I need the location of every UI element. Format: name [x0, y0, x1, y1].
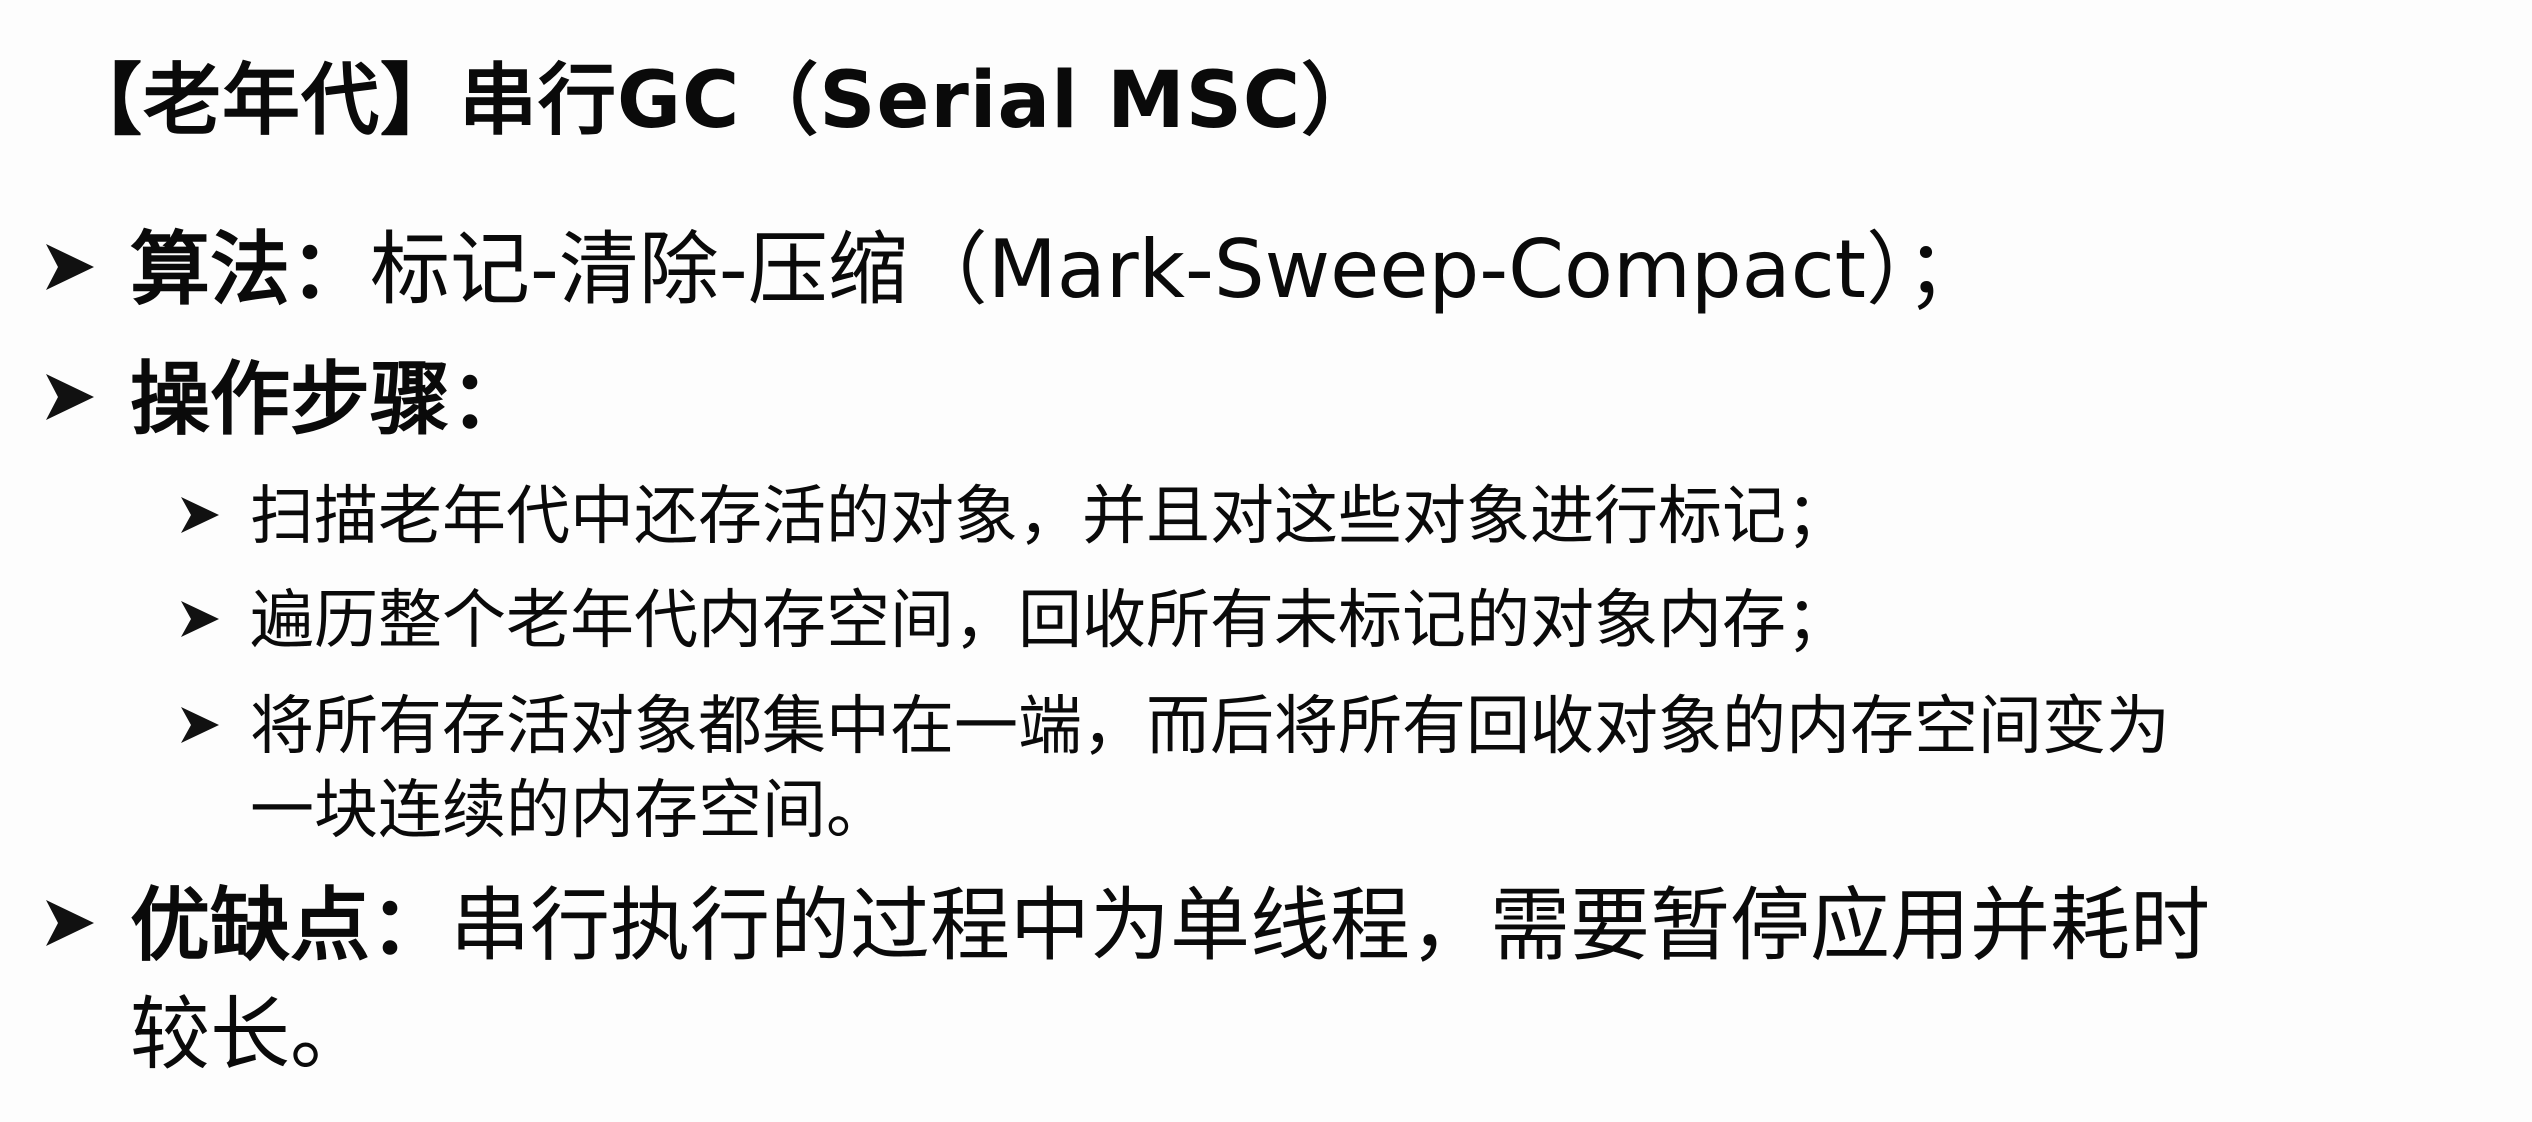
bullet-item-content: 操作步骤： — [130, 340, 530, 460]
bullet-item-content: 算法：标记-清除-压缩（Mark-Sweep-Compact）； — [130, 210, 1986, 330]
bullet-item-pros-cons: 优缺点：串行执行的过程中为单线程，需要暂停应用并耗时 — [0, 866, 2532, 986]
bullet-continuation: 较长。 — [130, 988, 370, 1081]
slide: 【老年代】串行GC（Serial MSC） 算法：标记-清除-压缩（Mark-S… — [0, 0, 2532, 1122]
arrow-bullet-icon — [46, 244, 94, 290]
arrow-bullet-icon — [46, 900, 94, 946]
sub-bullet-text: 遍历整个老年代内存空间，回收所有未标记的对象内存； — [250, 584, 1850, 658]
bullet-label: 优缺点： — [130, 879, 450, 972]
sub-bullet-text: 将所有存活对象都集中在一端，而后将所有回收对象的内存空间变为 — [250, 690, 2170, 764]
bullet-label: 算法： — [130, 223, 370, 316]
arrow-bullet-icon — [181, 601, 219, 637]
sub-bullet-item-scan: 扫描老年代中还存活的对象，并且对这些对象进行标记； — [0, 472, 2532, 562]
bullet-item-content: 优缺点：串行执行的过程中为单线程，需要暂停应用并耗时 — [130, 866, 2210, 986]
arrow-bullet-icon — [46, 374, 94, 420]
bullet-item-algorithm: 算法：标记-清除-压缩（Mark-Sweep-Compact）； — [0, 210, 2532, 330]
sub-bullet-item-compact: 将所有存活对象都集中在一端，而后将所有回收对象的内存空间变为 — [0, 682, 2532, 772]
arrow-bullet-icon — [181, 497, 219, 533]
bullet-text: 标记-清除-压缩（Mark-Sweep-Compact）； — [370, 223, 1987, 316]
bullet-item-steps: 操作步骤： — [0, 340, 2532, 460]
bullet-label: 操作步骤： — [130, 353, 530, 446]
bullet-text: 串行执行的过程中为单线程，需要暂停应用并耗时 — [450, 879, 2210, 972]
sub-bullet-continuation: 一块连续的内存空间。 — [250, 774, 890, 848]
slide-title: 【老年代】串行GC（Serial MSC） — [64, 56, 1381, 146]
arrow-bullet-icon — [181, 707, 219, 743]
sub-bullet-text: 扫描老年代中还存活的对象，并且对这些对象进行标记； — [250, 480, 1850, 554]
sub-bullet-item-traverse: 遍历整个老年代内存空间，回收所有未标记的对象内存； — [0, 576, 2532, 666]
